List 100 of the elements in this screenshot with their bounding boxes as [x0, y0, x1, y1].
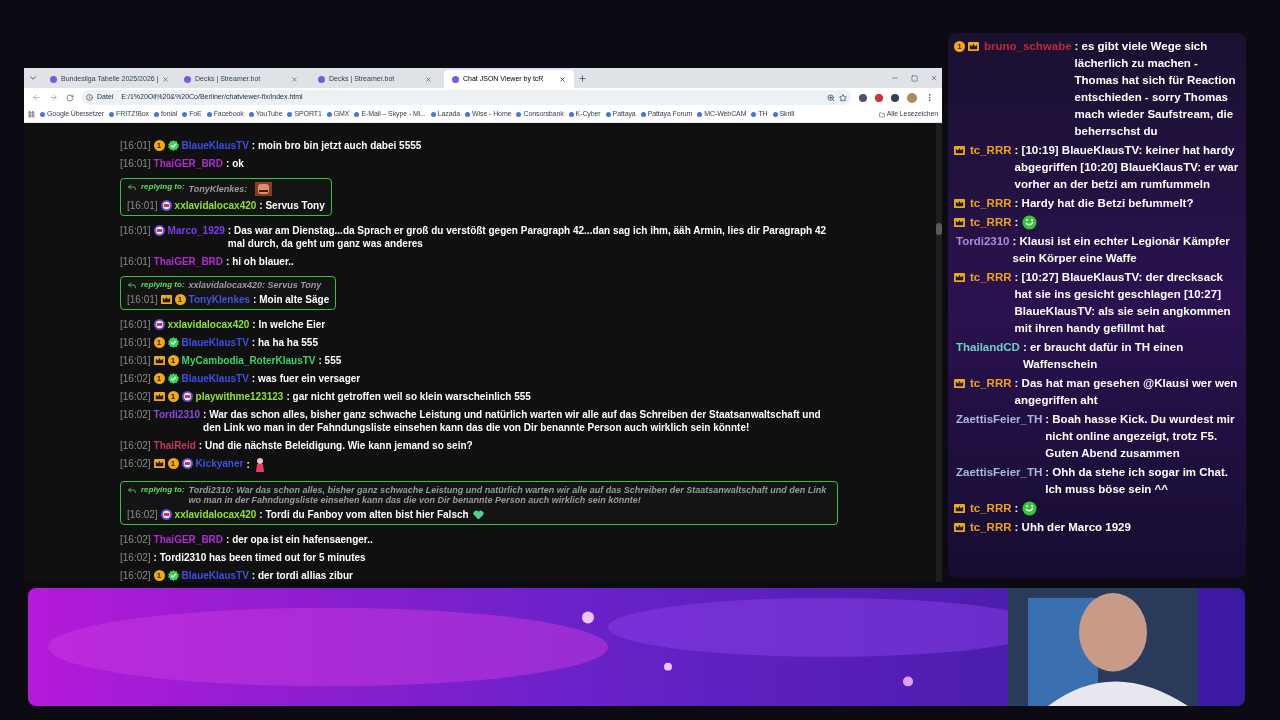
reply-label: replying to: — [141, 485, 185, 495]
message-time: [16:02] — [120, 408, 151, 421]
reply-icon — [127, 280, 137, 290]
sub-badge: 1 — [954, 41, 965, 52]
username: tc_RRR — [970, 501, 1012, 516]
tab-list-button[interactable] — [28, 73, 38, 83]
close-icon[interactable] — [162, 75, 170, 83]
favicon-icon — [318, 75, 325, 83]
message-text: : 555 — [318, 355, 342, 366]
heart-icon — [472, 510, 484, 521]
crown-badge-icon — [954, 145, 965, 156]
crown-badge-icon — [954, 522, 965, 533]
message-text: : ha ha ha 555 — [251, 337, 318, 348]
message-text: : Klausi ist ein echter Legionär Kämpfer sein Körper eine Waffe — [1012, 235, 1230, 264]
favicon-icon — [50, 75, 57, 83]
reload-button[interactable] — [66, 93, 74, 102]
sub-badge: 1 — [167, 355, 179, 366]
quoted-message: Tordi2310: War das schon alles, bisher ganz schwache Leistung und natürlich warten wir alle auf das Schreiben der Staatsanwaltschaft und den Link wo man in der Fahndungsliste einsehen kann das die von Dir benannte Person auch wirklich sein könnte! — [188, 485, 828, 505]
close-icon[interactable] — [291, 75, 298, 83]
message-text: : was fuer ein versager — [251, 373, 361, 384]
username: BlaueKlausTV — [181, 139, 249, 152]
profile-avatar[interactable] — [907, 92, 917, 103]
quoted-message: xxlavidalocax420: Servus Tony — [188, 280, 322, 290]
verified-badge-icon — [167, 140, 179, 151]
emblem-badge-icon — [160, 509, 172, 520]
emblem-badge-icon — [181, 458, 193, 469]
message-time: [16:01] — [127, 293, 158, 306]
minimize-button[interactable] — [891, 74, 899, 82]
crown-badge-icon — [160, 294, 172, 305]
forward-button[interactable] — [49, 93, 58, 102]
message-text: : War das schon alles, bisher ganz schwache Leistung und natürlich warten wir alle auf das Schreiben der Staatsanwaltschaft und den Link wo man in der Fahndungsliste einsehen kann das die von Dir benannte Person auch wirklich sein könnte! — [203, 409, 821, 433]
message-text: : Das hat man gesehen @Klausi wer wen angegriffen aht — [1014, 377, 1238, 406]
message-time: [16:02] — [120, 390, 151, 403]
username: ThailandCD — [956, 340, 1020, 355]
username: ThaiGER_BRD — [153, 255, 224, 268]
folder-icon — [878, 111, 885, 118]
message-time: [16:02] — [120, 533, 151, 546]
message-text: : Boah hasse Kick. Du wurdest mir nicht online angezeigt, trotz F5. Guten Abend zusammen — [1045, 413, 1235, 459]
username: tc_RRR — [970, 143, 1012, 158]
username: ThaiReid — [153, 439, 196, 452]
verified-badge-icon — [167, 570, 179, 581]
username: TonyKlenkes — [188, 293, 251, 306]
crown-badge-icon — [954, 198, 965, 209]
message-text: : Das war am Dienstag...da Sprach er groß du verstößt gegen Paragraph 42...dan sag ich ihm, ääh Armin, lies dir Paragraph 42 mal durch, da geht um ganz was anderes — [227, 225, 826, 249]
message-time: [16:02] — [120, 569, 151, 582]
reply-label: replying to: — [141, 182, 185, 192]
message-text: : moin bro bin jetzt auch dabei 5555 — [251, 140, 422, 151]
username: tc_RRR — [970, 520, 1012, 535]
crown-badge-icon — [153, 458, 165, 469]
sub-badge: 1 — [153, 570, 165, 581]
menu-icon[interactable] — [925, 93, 934, 102]
message-text: : Tordi2310 has been timed out for 5 minutes — [153, 552, 366, 563]
back-button[interactable] — [32, 93, 41, 102]
close-icon[interactable] — [559, 75, 566, 83]
new-tab-button[interactable] — [578, 73, 587, 83]
bookmark-star-icon[interactable] — [839, 93, 847, 102]
message-time: [16:02] — [120, 439, 151, 452]
username: Tordi2310 — [956, 234, 1010, 249]
crown-badge-icon — [153, 355, 165, 366]
message-time: [16:01] — [120, 139, 151, 152]
zoom-icon[interactable] — [827, 93, 835, 102]
close-icon[interactable] — [425, 75, 432, 83]
sub-badge: 1 — [167, 458, 179, 469]
crown-badge-icon — [153, 391, 165, 402]
username: ThaiGER_BRD — [153, 533, 224, 546]
message-text: : — [1014, 216, 1019, 228]
emblem-badge-icon — [160, 200, 172, 211]
username: BlaueKlausTV — [181, 336, 249, 349]
message-time: [16:01] — [127, 199, 158, 212]
emblem-badge-icon — [181, 391, 193, 402]
face-emote-icon — [255, 182, 273, 196]
emblem-badge-icon — [153, 319, 165, 330]
message-text: : — [1014, 502, 1019, 514]
username: ZaettisFeier_TH — [956, 412, 1043, 427]
reply-icon — [127, 485, 137, 495]
crown-badge-icon — [954, 378, 965, 389]
username: tc_RRR — [970, 270, 1012, 285]
verified-badge-icon — [167, 373, 179, 384]
sub-badge: 1 — [153, 140, 165, 151]
apps-icon[interactable] — [28, 111, 35, 118]
message-time: [16:02] — [120, 551, 151, 564]
message-text: : der opa ist ein hafensaenger.. — [226, 534, 373, 545]
scrollbar[interactable] — [936, 123, 942, 582]
username: xxlavidalocax420 — [174, 508, 257, 521]
username: Kickyaner — [195, 457, 244, 470]
message-time: [16:01] — [120, 354, 151, 367]
username: Tordi2310 — [153, 408, 201, 421]
message-text: : Servus Tony — [259, 200, 325, 211]
message-time: [16:02] — [120, 372, 151, 385]
message-text: : gar nicht getroffen weil so klein warscheinlich 555 — [286, 391, 531, 402]
message-text: : Ohh da stehe ich sogar im Chat. Ich muss böse sein ^^ — [1045, 466, 1229, 495]
message-time: [16:01] — [120, 318, 151, 331]
sub-badge: 1 — [167, 391, 179, 402]
reply-label: replying to: — [141, 280, 185, 290]
message-time: [16:02] — [120, 457, 151, 470]
username: bruno_schwabe — [984, 39, 1072, 54]
sub-badge: 1 — [153, 373, 165, 384]
username: ZaettisFeier_TH — [956, 465, 1043, 480]
close-window-button[interactable] — [930, 74, 938, 82]
maximize-button[interactable] — [911, 74, 918, 82]
